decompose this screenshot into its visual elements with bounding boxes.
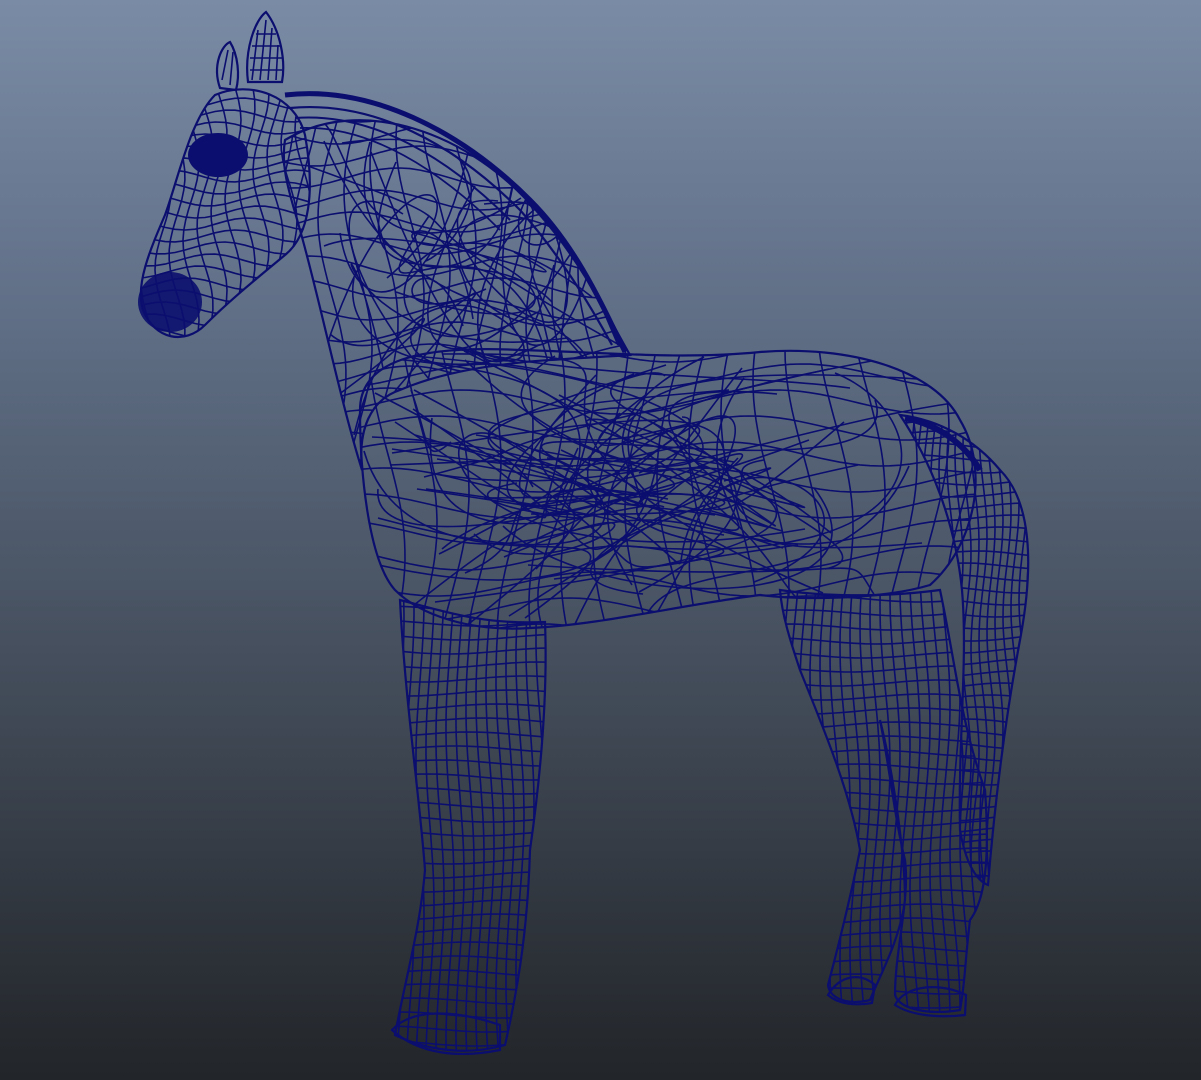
ear-left [215, 40, 240, 92]
eye [188, 133, 248, 177]
horse-wireframe[interactable] [127, 10, 1043, 1060]
muzzle [138, 272, 202, 332]
front-legs-mesh [395, 600, 546, 1051]
3d-viewport[interactable] [0, 0, 1201, 1080]
ear-mesh [221, 19, 282, 86]
wireframe-canvas[interactable] [0, 0, 1201, 1080]
